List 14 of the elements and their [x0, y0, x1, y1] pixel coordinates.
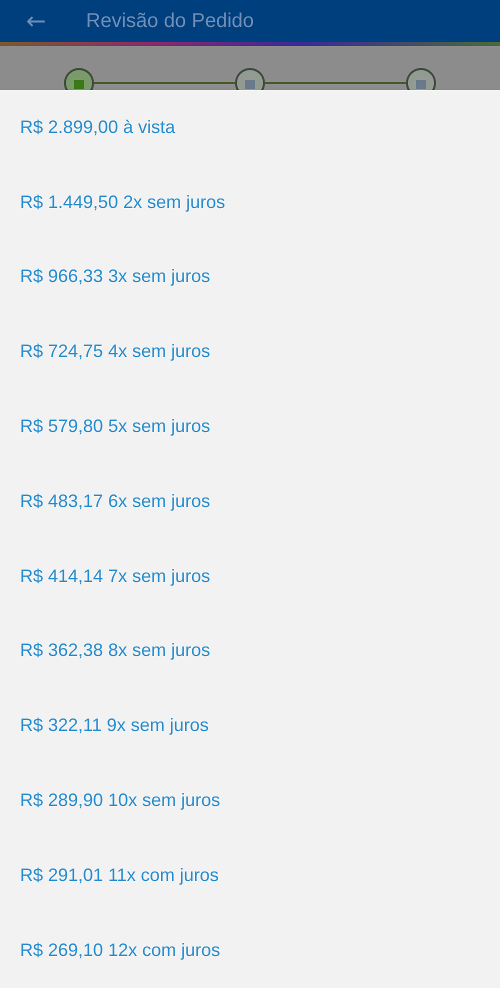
installment-option[interactable]: R$ 1.449,50 2x sem juros	[0, 164, 500, 240]
installment-option[interactable]: R$ 289,90 10x sem juros	[0, 763, 500, 838]
installment-option[interactable]: R$ 291,01 11x com juros	[0, 838, 500, 913]
installment-option[interactable]: R$ 966,33 3x sem juros	[0, 240, 500, 314]
installment-option[interactable]: R$ 269,10 12x com juros	[0, 912, 500, 988]
installment-option[interactable]: R$ 724,75 4x sem juros	[0, 314, 500, 390]
installment-option[interactable]: R$ 579,80 5x sem juros	[0, 389, 500, 464]
page-title: Revisão do Pedido	[86, 10, 254, 32]
installment-option[interactable]: R$ 483,17 6x sem juros	[0, 464, 500, 539]
installment-option[interactable]: R$ 362,38 8x sem juros	[0, 614, 500, 688]
back-button[interactable]: ←	[22, 7, 50, 35]
installment-option[interactable]: R$ 2.899,00 à vista	[0, 90, 500, 165]
installment-option[interactable]: R$ 414,14 7x sem juros	[0, 538, 500, 614]
installment-option[interactable]: R$ 322,11 9x sem juros	[0, 688, 500, 764]
